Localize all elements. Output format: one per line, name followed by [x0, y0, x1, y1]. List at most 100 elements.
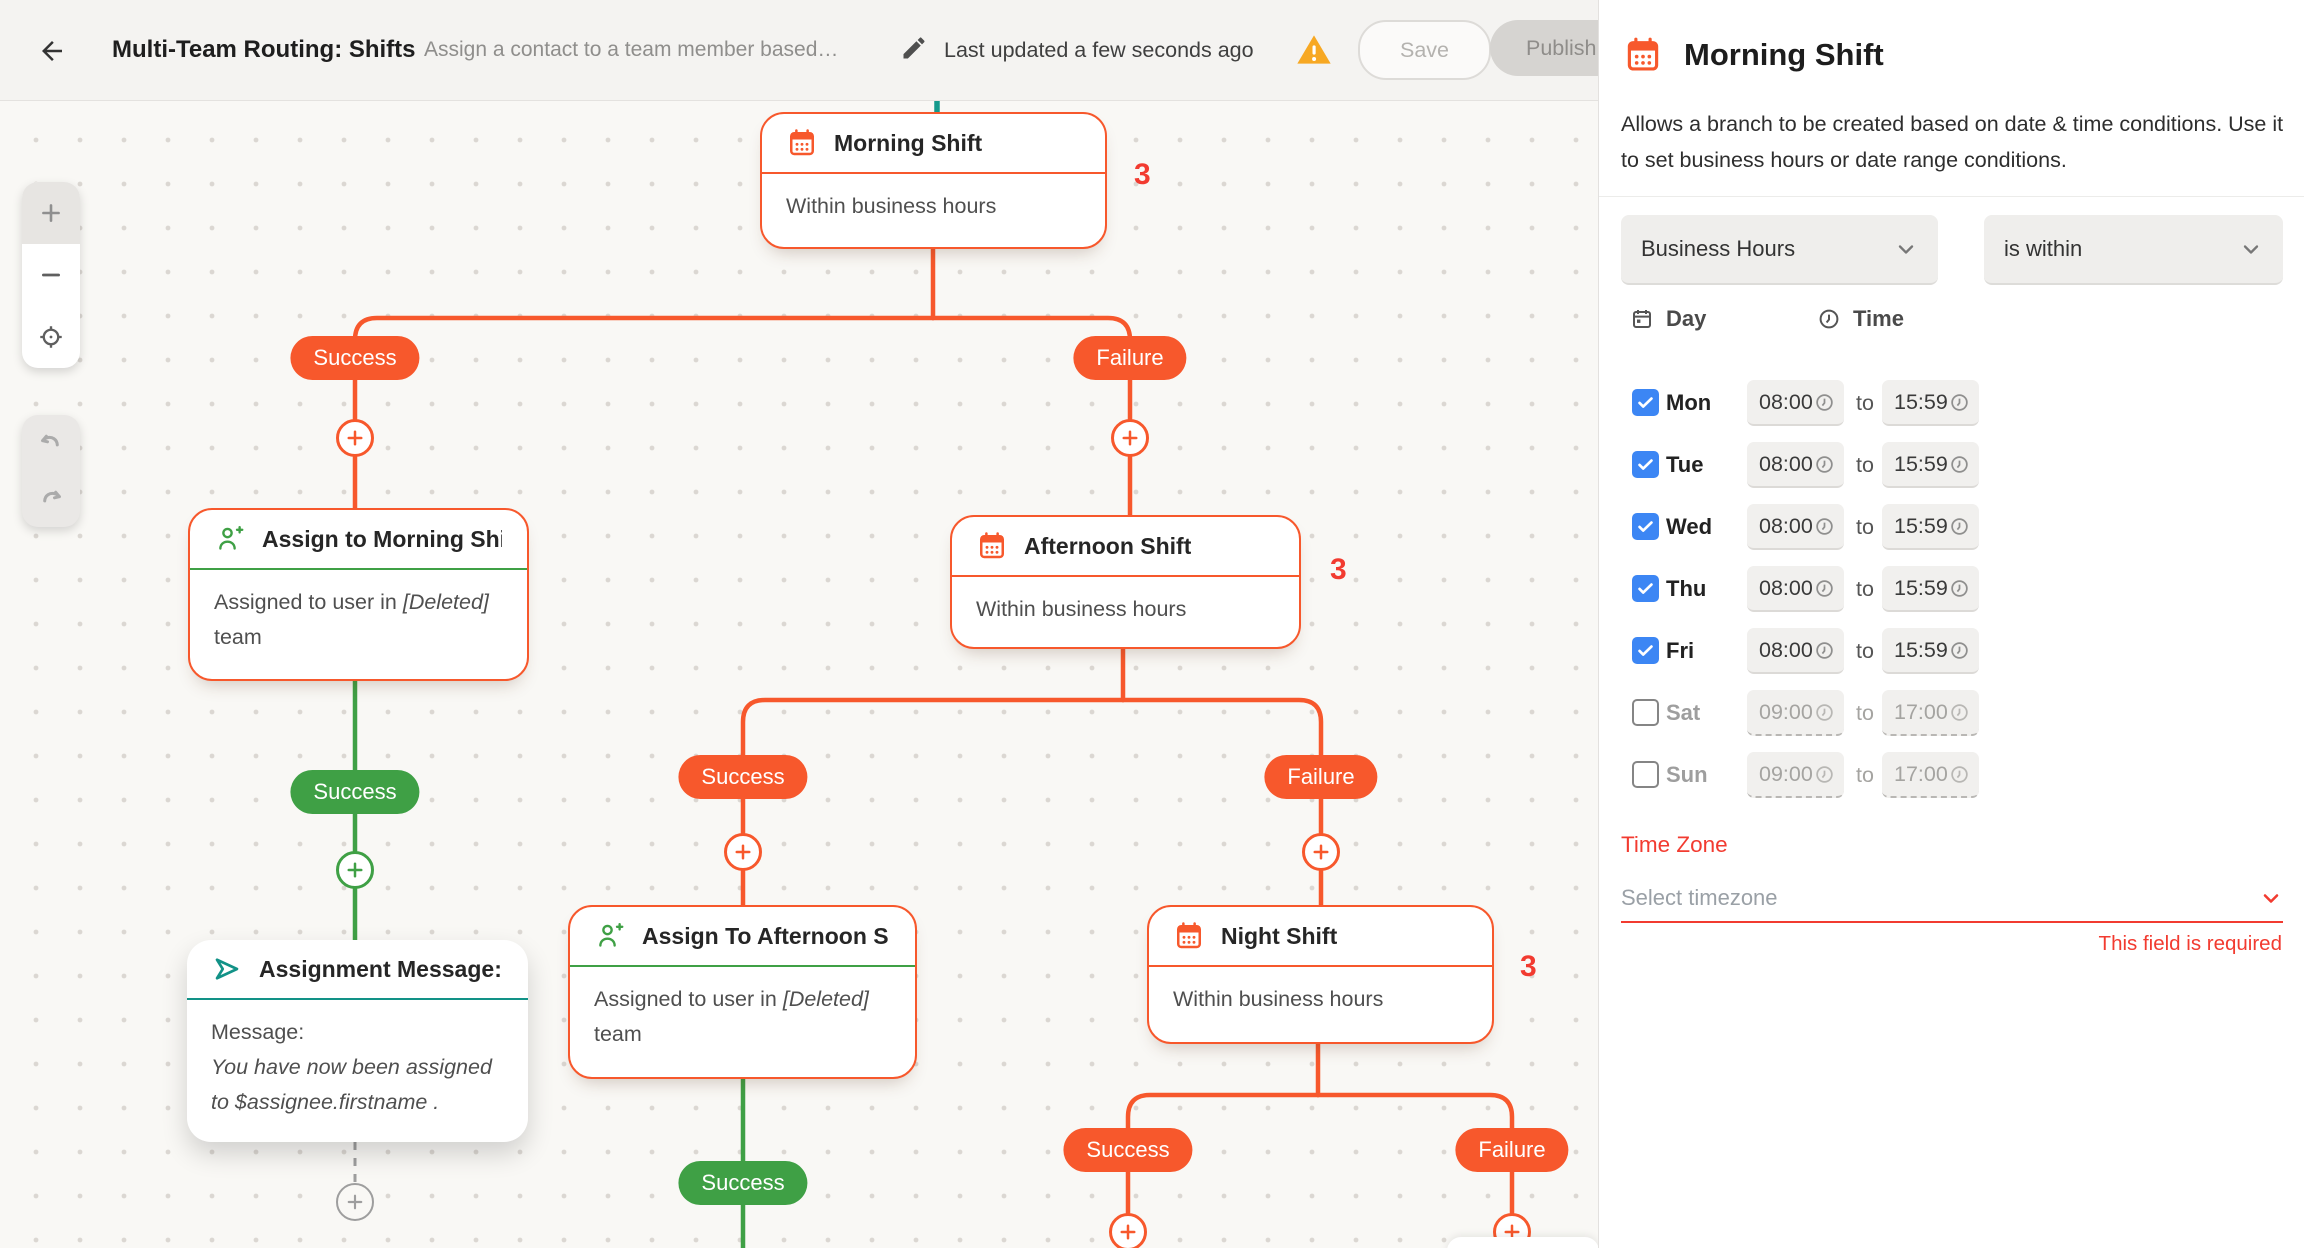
node-condition-text: Within business hours — [1173, 986, 1384, 1011]
node-assignment-message[interactable]: Assignment Message: ... Message: You hav… — [187, 940, 528, 1142]
calendar-icon — [1174, 921, 1204, 951]
edit-pencil-icon[interactable] — [900, 34, 930, 64]
add-step-button[interactable] — [336, 851, 374, 889]
assign-user-icon — [215, 524, 245, 554]
redo-button[interactable] — [22, 471, 80, 527]
plus-icon — [345, 860, 365, 880]
end-time-value: 15:59 — [1894, 513, 1948, 538]
start-time-value: 08:00 — [1759, 575, 1813, 600]
branch-badge-failure: Failure — [1264, 755, 1378, 799]
end-time-input[interactable]: 15:59 — [1882, 628, 1979, 674]
day-label: Fri — [1666, 638, 1695, 663]
timezone-label: Time Zone — [1621, 832, 1728, 857]
end-time-input[interactable]: 15:59 — [1882, 442, 1979, 488]
start-time-value: 09:00 — [1759, 761, 1813, 786]
zoom-in-button[interactable] — [22, 182, 80, 244]
zoom-out-button[interactable] — [22, 244, 80, 306]
panel-title: Morning Shift — [1684, 37, 1884, 72]
node-morning-shift[interactable]: Morning Shift Within business hours — [760, 112, 1107, 249]
node-afternoon-shift[interactable]: Afternoon Shift Within business hours — [950, 515, 1301, 649]
day-checkbox[interactable] — [1632, 637, 1659, 664]
add-step-button[interactable] — [724, 833, 762, 871]
clock-icon — [1949, 764, 1970, 785]
chevron-down-icon — [1894, 237, 1918, 261]
operator-select[interactable]: is within — [1984, 215, 2283, 285]
start-time-value: 08:00 — [1759, 389, 1813, 414]
node-assign-morning-shift[interactable]: Assign to Morning Shift Assigned to user… — [188, 508, 529, 681]
history-toolbar — [22, 415, 80, 527]
start-time-input[interactable]: 08:00 — [1747, 380, 1844, 426]
add-step-button[interactable] — [336, 419, 374, 457]
day-row-thu: Thu 08:00 to 15:59 — [1599, 566, 2304, 612]
timezone-required-error: This field is required — [2098, 932, 2282, 955]
day-column-header: Day — [1630, 306, 1706, 332]
plus-icon — [1311, 842, 1331, 862]
back-button[interactable] — [34, 33, 70, 69]
minus-icon — [38, 262, 64, 288]
timezone-select[interactable]: Select timezone — [1621, 876, 2283, 920]
day-checkbox[interactable] — [1632, 699, 1659, 726]
add-step-button[interactable] — [1302, 833, 1340, 871]
save-button[interactable]: Save — [1358, 20, 1492, 80]
clock-icon — [1814, 392, 1835, 413]
end-time-input[interactable]: 15:59 — [1882, 504, 1979, 550]
day-checkbox[interactable] — [1632, 513, 1659, 540]
node-title: Assignment Message: ... — [259, 955, 503, 982]
start-time-input[interactable]: 08:00 — [1747, 504, 1844, 550]
start-time-input[interactable]: 08:00 — [1747, 566, 1844, 612]
clock-icon — [1814, 516, 1835, 537]
day-row-mon: Mon 08:00 to 15:59 — [1599, 380, 2304, 426]
day-checkbox[interactable] — [1632, 575, 1659, 602]
node-assignment-text: Assigned to user in [Deleted] team — [594, 986, 869, 1046]
undo-button[interactable] — [22, 415, 80, 471]
recenter-button[interactable] — [22, 306, 80, 368]
start-time-input[interactable]: 08:00 — [1747, 442, 1844, 488]
day-checkbox[interactable] — [1632, 761, 1659, 788]
branch-count-morning: 3 — [1134, 158, 1151, 191]
field-select[interactable]: Business Hours — [1621, 215, 1938, 285]
add-step-button[interactable] — [336, 1183, 374, 1221]
start-time-input[interactable]: 09:00 — [1747, 752, 1844, 798]
node-title: Assign to Morning Shift — [262, 525, 502, 552]
to-label: to — [1856, 762, 1874, 787]
clock-icon — [1814, 702, 1835, 723]
warning-icon[interactable] — [1294, 30, 1334, 70]
plus-icon — [733, 842, 753, 862]
panel-divider — [1599, 196, 2304, 197]
node-assign-afternoon-shift[interactable]: Assign To Afternoon Shift Assigned to us… — [568, 905, 917, 1079]
end-time-value: 17:00 — [1894, 699, 1948, 724]
connector-morning-success — [352, 315, 936, 422]
clock-icon — [1814, 454, 1835, 475]
add-step-button[interactable] — [1111, 419, 1149, 457]
start-time-input[interactable]: 09:00 — [1747, 690, 1844, 736]
flow-canvas[interactable]: Morning Shift Within business hours 3 As… — [0, 100, 1598, 1248]
page-title: Multi-Team Routing: Shifts — [112, 36, 416, 63]
branch-badge-success: Success — [290, 336, 420, 380]
end-time-input[interactable]: 17:00 — [1882, 690, 1979, 736]
panel-description: Allows a branch to be created based on d… — [1621, 112, 2284, 172]
branch-badge-failure: Failure — [1455, 1128, 1569, 1172]
start-time-input[interactable]: 08:00 — [1747, 628, 1844, 674]
branch-badge-success: Success — [1063, 1128, 1193, 1172]
redo-icon — [37, 485, 65, 513]
day-row-sun: Sun 09:00 to 17:00 — [1599, 752, 2304, 798]
time-column-label: Time — [1853, 306, 1904, 331]
end-time-input[interactable]: 15:59 — [1882, 566, 1979, 612]
end-time-input[interactable]: 17:00 — [1882, 752, 1979, 798]
branch-badge-failure: Failure — [1073, 336, 1187, 380]
arrow-left-icon — [37, 36, 67, 66]
end-time-value: 15:59 — [1894, 575, 1948, 600]
to-label: to — [1856, 452, 1874, 477]
branch-badge-success: Success — [290, 770, 420, 814]
day-checkbox[interactable] — [1632, 451, 1659, 478]
day-row-wed: Wed 08:00 to 15:59 — [1599, 504, 2304, 550]
node-night-shift[interactable]: Night Shift Within business hours — [1147, 905, 1494, 1044]
end-time-input[interactable]: 15:59 — [1882, 380, 1979, 426]
add-step-button[interactable] — [1109, 1213, 1147, 1248]
node-title: Assign To Afternoon Shift — [642, 922, 890, 949]
day-label: Sun — [1666, 762, 1708, 787]
end-time-value: 15:59 — [1894, 389, 1948, 414]
day-label: Thu — [1666, 576, 1707, 601]
day-checkbox[interactable] — [1632, 389, 1659, 416]
to-label: to — [1856, 390, 1874, 415]
